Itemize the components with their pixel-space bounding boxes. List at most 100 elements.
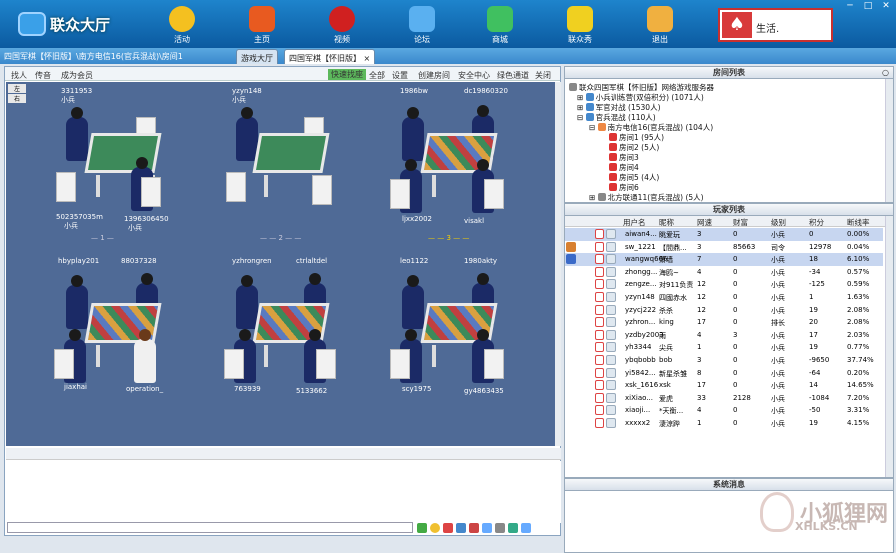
level-icon: [595, 266, 604, 277]
chat-bubble-icon: [409, 6, 435, 32]
tab-game[interactable]: 四国军棋【怀旧版】 ×: [284, 49, 376, 64]
gift-icon[interactable]: [443, 523, 453, 533]
avatar: [606, 254, 616, 265]
game-table[interactable]: hbyplay201 88037328 jiaxhai operation_: [36, 257, 206, 407]
security-center-button[interactable]: 安全中心: [458, 70, 490, 81]
app-logo-icon: [18, 12, 46, 36]
flag-icon[interactable]: [469, 523, 479, 533]
nav-shop[interactable]: 商城: [470, 2, 530, 46]
green-channel-button[interactable]: 绿色通道: [497, 70, 529, 81]
player-seat[interactable]: [134, 329, 156, 383]
game-table[interactable]: 1986bw dc19860320 ljxx2002 visakl: [372, 87, 542, 237]
quick-seat-button[interactable]: 快速找座: [328, 69, 366, 80]
room-tree-scrollbar[interactable]: [885, 79, 893, 202]
game-table[interactable]: leo1122 1980akty scy1975 gy4863435: [372, 257, 542, 407]
filter-all-button[interactable]: 全部: [369, 70, 385, 81]
room-list-header: 房间列表 ○: [564, 66, 894, 79]
spade-icon: ♠: [722, 12, 752, 38]
nav-home[interactable]: 主页: [232, 2, 292, 46]
avatar: [606, 418, 616, 428]
level-icon: [595, 392, 604, 403]
emoji-icon[interactable]: [430, 523, 440, 533]
chat-messages: [6, 461, 561, 523]
create-room-button[interactable]: 创建房间: [418, 70, 450, 81]
watermark-fox-icon: [760, 492, 794, 532]
globe-icon: [585, 103, 594, 111]
player-row[interactable]: yzhron... king 17 0 排长 20 2.08%: [565, 316, 883, 329]
player-seat[interactable]: [402, 107, 424, 161]
level-icon: [595, 229, 604, 239]
nav-show[interactable]: 联众秀: [550, 2, 610, 46]
settings-button[interactable]: 设置: [392, 70, 408, 81]
ad-banner[interactable]: ♠ 生活.: [718, 8, 833, 42]
player-row[interactable]: zhongg... 海鸥~ 4 0 小兵 -34 0.57%: [565, 266, 883, 279]
player-row[interactable]: yzycj222 杀杀 12 0 小兵 19 2.08%: [565, 304, 883, 317]
player-row[interactable]: aiwan4... 眺爱玩 3 0 小兵 0 0.00%: [565, 228, 883, 241]
player-row[interactable]: yi5842... 新星杀雏 8 0 小兵 -64 0.20%: [565, 367, 883, 380]
player-row[interactable]: xiXiao... 爱虎 33 2128 小兵 -1084 7.20%: [565, 392, 883, 405]
nav-forum[interactable]: 论坛: [392, 2, 452, 46]
player-row[interactable]: xiaoji... *天衡... 4 0 小兵 -50 3.31%: [565, 404, 883, 417]
side-button-left[interactable]: 左: [8, 84, 26, 93]
player-row[interactable]: xxxxx2 淒涼跸 1 0 小兵 19 4.15%: [565, 417, 883, 430]
avatar: [606, 367, 616, 378]
player-seat[interactable]: [236, 275, 258, 329]
nav-exit[interactable]: 退出: [630, 2, 690, 46]
player-seat[interactable]: [402, 275, 424, 329]
game-board: [84, 133, 162, 173]
avatar: [606, 380, 616, 391]
find-person-button[interactable]: 找人: [11, 70, 27, 81]
chat-input[interactable]: [7, 522, 413, 533]
player-list-columns: 用户名 昵称 网速 财富 级别 积分 断线率: [565, 216, 893, 227]
player-row[interactable]: yzyn148 四國赤水 12 0 小兵 1 1.63%: [565, 291, 883, 304]
tab-lobby[interactable]: 游戏大厅: [236, 49, 278, 64]
chat-header: [6, 448, 561, 460]
avatar: [606, 266, 616, 277]
player-row[interactable]: sw_1221 【間鼎... 3 85663 司令 12978 0.04%: [565, 241, 883, 254]
avatar: [606, 229, 616, 239]
minimize-icon[interactable]: ─: [842, 1, 858, 11]
player-seat[interactable]: [66, 275, 88, 329]
gear-icon[interactable]: [495, 523, 505, 533]
tables-scrollbar[interactable]: [555, 82, 561, 446]
player-row[interactable]: wangwq666 萧墙 7 0 小兵 18 6.10%: [565, 253, 883, 266]
player-row[interactable]: zengze... 对911负责 12 0 小兵 -125 0.59%: [565, 278, 883, 291]
side-button-right[interactable]: 右: [8, 94, 26, 103]
player-list-scrollbar[interactable]: [885, 216, 893, 477]
nav-activity[interactable]: 活动: [152, 2, 212, 46]
level-icon: [595, 355, 604, 365]
right-panel: 房间列表 ○ 联众四国军棋【怀旧版】网络游戏服务器 ⊞ 小兵训练营(双倍积分) (…: [564, 66, 894, 553]
become-member-button[interactable]: 成为会员: [61, 70, 93, 81]
tree-node[interactable]: ⊞ 北方联通11(官兵混战) (5人): [589, 192, 704, 202]
close-room-button[interactable]: 关闭: [535, 70, 551, 81]
game-table[interactable]: 3311953 小兵 502357035m 小兵 1396306450 小兵: [36, 87, 206, 237]
whisper-button[interactable]: 传音: [35, 70, 51, 81]
check-icon[interactable]: [417, 523, 427, 533]
send-icon[interactable]: [521, 523, 531, 533]
refresh-icon[interactable]: ○: [882, 67, 889, 79]
close-icon[interactable]: ✕: [878, 1, 894, 11]
level-icon: [595, 367, 604, 378]
avatar: [606, 304, 616, 315]
game-table[interactable]: yzyn148 小兵: [204, 87, 374, 237]
player-seat[interactable]: [66, 107, 88, 161]
player-row[interactable]: yh3344 尖兵 1 0 小兵 19 0.77%: [565, 341, 883, 354]
game-table[interactable]: yzhrongren ctrlaltdel 763939 5133662: [204, 257, 374, 407]
monitor-icon[interactable]: [482, 523, 492, 533]
avatar: [606, 342, 616, 353]
system-message-header: 系统消息: [564, 478, 894, 491]
level-icon: [595, 329, 604, 340]
player-row[interactable]: xsk_1616 xsk 17 0 小兵 14 14.65%: [565, 379, 883, 392]
room-icon: [609, 183, 617, 191]
cart-icon: [487, 6, 513, 32]
room-panel: 找人 传音 成为会员 快速找座 全部 设置 创建房间 安全中心 绿色通道 关闭 …: [4, 66, 561, 536]
maximize-icon[interactable]: □: [860, 1, 876, 11]
player-row[interactable]: ybqbobb bob 3 0 小兵 -9650 37.74%: [565, 354, 883, 367]
nav-video[interactable]: 视频: [312, 2, 372, 46]
arrow-icon: [609, 133, 617, 141]
font-icon[interactable]: [456, 523, 466, 533]
info-icon[interactable]: [508, 523, 518, 533]
level-icon: [595, 304, 604, 315]
globe-icon: [585, 93, 594, 101]
player-row[interactable]: yzdby2003 雨 4 3 小兵 17 2.03%: [565, 329, 883, 342]
